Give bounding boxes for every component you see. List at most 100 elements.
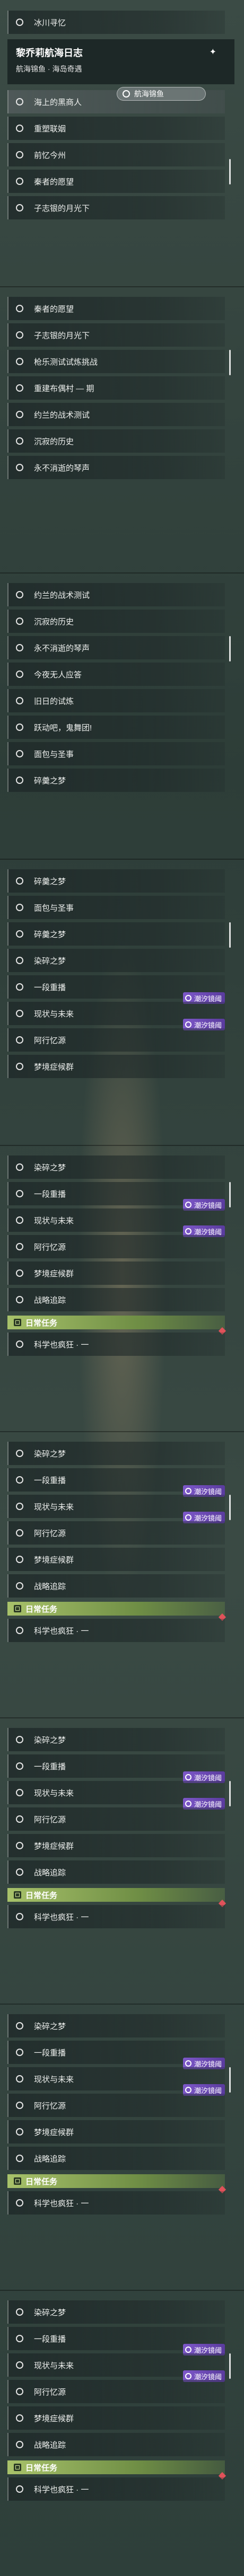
navigate-button[interactable]: 航海锦鱼 — [117, 87, 206, 101]
quest-row[interactable]: 梦境症候群 — [7, 1548, 225, 1571]
quest-label: 今夜无人应答 — [34, 670, 82, 680]
quest-row[interactable]: 旧日的试炼 — [7, 689, 225, 712]
quest-row[interactable]: 碎羹之梦 — [7, 922, 225, 946]
quest-row[interactable]: 染碎之梦 — [7, 949, 225, 972]
quest-ring-icon — [16, 204, 23, 211]
quest-ring-icon — [16, 125, 23, 132]
quest-panel: 秦者的愿望子志银的月光下枪乐测试试炼挑战 重建布偶村 — 期约兰的战术测试 沉寂的历… — [0, 286, 244, 572]
quest-row[interactable]: 战略追踪 — [7, 2433, 225, 2456]
quest-row[interactable]: 跃动吧，鬼舞团! — [7, 716, 225, 739]
quest-label: 子志银的月光下 — [34, 331, 90, 340]
quest-row[interactable]: 阿行忆源 — [7, 2094, 225, 2117]
quest-row[interactable]: 战略追踪 — [7, 1574, 225, 1598]
quest-row[interactable]: 碎羹之梦 — [7, 769, 225, 792]
quest-row[interactable]: 前忆今州 — [7, 143, 225, 166]
quest-label: 面包与圣事 — [34, 903, 74, 913]
panel-divider — [0, 2004, 244, 2005]
quest-row[interactable]: 染碎之梦 — [7, 1728, 225, 1751]
quest-label: 一段重播 — [34, 1476, 66, 1485]
quest-row[interactable]: 碎羹之梦 — [7, 869, 225, 893]
daily-quest-row[interactable]: 科学也疯狂 · 一 — [7, 1333, 225, 1356]
quest-ring-icon — [16, 2022, 23, 2030]
scrollbar-thumb[interactable] — [229, 2067, 231, 2093]
quest-ring-icon — [16, 671, 23, 678]
daily-quest-header: 日常任务 — [7, 1888, 225, 1902]
quest-row[interactable]: 重塑联姻 — [7, 117, 225, 140]
quest-ring-icon — [16, 1296, 23, 1303]
daily-quest-row[interactable]: 科学也疯狂 · 一 — [7, 1905, 225, 1928]
quest-ring-icon — [16, 2049, 23, 2056]
quest-row[interactable]: 秦者的愿望 — [7, 170, 225, 193]
quest-detail-popup[interactable]: 黎乔莉航海日志 航海锦鱼 · 海岛奇遇 ✦ — [7, 39, 234, 84]
quest-row[interactable]: 阿行忆源 — [7, 1521, 225, 1545]
quest-row[interactable]: 沉寂的历史 — [7, 610, 225, 633]
quest-row[interactable]: 子志银的月光下 — [7, 196, 225, 219]
quest-ring-icon — [16, 957, 23, 964]
scrollbar-thumb[interactable] — [229, 350, 231, 375]
scrollbar-thumb[interactable] — [229, 922, 231, 948]
quest-row[interactable]: 永不消逝的琴声 — [7, 636, 225, 659]
quest-row[interactable]: 永不消逝的琴声 — [7, 456, 225, 479]
quest-label: 染碎之梦 — [34, 956, 66, 966]
quest-label: 梦境症候群 — [34, 1555, 74, 1565]
quest-row[interactable]: 梦境症候群 — [7, 1261, 225, 1285]
quest-ring-icon — [16, 2155, 23, 2162]
quest-row[interactable]: 染碎之梦 — [7, 1155, 225, 1179]
quest-ring-icon — [16, 1736, 23, 1743]
quest-row[interactable]: 战略追踪 — [7, 1288, 225, 1311]
tide-icon — [185, 1021, 191, 1028]
daily-quest-row[interactable]: 科学也疯狂 · 一 — [7, 2477, 225, 2501]
quest-row[interactable]: 沉寂的历史 — [7, 429, 225, 453]
quest-row[interactable]: 梦境症候群 — [7, 1055, 225, 1078]
quest-row[interactable]: 约兰的战术测试 — [7, 403, 225, 426]
quest-label: 一段重播 — [34, 1189, 66, 1199]
quest-row[interactable]: 枪乐测试试炼挑战 — [7, 350, 225, 373]
quest-row[interactable]: 约兰的战术测试 — [7, 583, 225, 606]
quest-ring-icon — [16, 1842, 23, 1849]
quest-row[interactable]: 染碎之梦 — [7, 2300, 225, 2324]
quest-row[interactable]: 子志银的月光下 — [7, 323, 225, 347]
quest-row[interactable]: 重建布偶村 — 期 — [7, 376, 225, 400]
scrollbar-thumb[interactable] — [229, 2353, 231, 2379]
quest-row[interactable]: 染碎之梦 — [7, 2014, 225, 2037]
quest-row[interactable]: 阿行忆源 — [7, 1235, 225, 1258]
quest-ring-icon — [16, 2441, 23, 2448]
quest-ring-icon — [16, 1216, 23, 1224]
quest-ring-icon — [16, 904, 23, 911]
quest-ring-icon — [16, 2128, 23, 2136]
daily-quest-row[interactable]: 科学也疯狂 · 一 — [7, 1619, 225, 1642]
quest-row[interactable]: 梦境症候群 — [7, 2120, 225, 2143]
scrollbar-thumb[interactable] — [229, 636, 231, 661]
daily-quest-row[interactable]: 科学也疯狂 · 一 — [7, 2191, 225, 2215]
quest-row[interactable]: 面包与圣事 — [7, 896, 225, 919]
quest-label: 现状与未来 — [34, 1502, 74, 1512]
quest-row[interactable]: 染碎之梦 — [7, 1442, 225, 1465]
quest-row[interactable]: 梦境症候群 — [7, 1834, 225, 1857]
quest-label: 科学也疯狂 · 一 — [34, 2485, 89, 2494]
quest-row[interactable]: 阿行忆源 — [7, 2380, 225, 2403]
quest-label: 科学也疯狂 · 一 — [34, 1912, 89, 1922]
quest-row[interactable]: 冰川寻忆 — [7, 11, 225, 34]
scrollbar-thumb[interactable] — [229, 1495, 231, 1520]
quest-row[interactable]: 今夜无人应答 — [7, 663, 225, 686]
tide-icon — [185, 2060, 191, 2067]
scrollbar-thumb[interactable] — [229, 159, 231, 184]
scrollbar-thumb[interactable] — [229, 1781, 231, 1806]
quest-ring-icon — [16, 384, 23, 392]
quest-row[interactable]: 战略追踪 — [7, 2147, 225, 2170]
quest-row[interactable]: 梦境症候群 — [7, 2406, 225, 2430]
quest-ring-icon — [16, 1556, 23, 1563]
quest-label: 染碎之梦 — [34, 2308, 66, 2317]
quest-row[interactable]: 阿行忆源 — [7, 1807, 225, 1831]
scrollbar-thumb[interactable] — [229, 1182, 231, 1207]
quest-row[interactable]: 战略追踪 — [7, 1860, 225, 1884]
quest-row[interactable]: 秦者的愿望 — [7, 297, 225, 320]
quest-ring-icon — [16, 2361, 23, 2369]
daily-quest-header: 日常任务 — [7, 1602, 225, 1616]
daily-quest-label: 日常任务 — [25, 2177, 58, 2186]
quest-panel: 染碎之梦 一段重播 潮汐镜阈 现状与未来 潮汐镜阈 阿行忆源 梦境症候群 战略追踪 日常任务 科学… — [0, 2290, 244, 2576]
tide-icon — [185, 1202, 191, 1208]
quest-label: 约兰的战术测试 — [34, 590, 90, 600]
quest-row[interactable]: 阿行忆源 — [7, 1028, 225, 1052]
quest-row[interactable]: 面包与圣事 — [7, 742, 225, 765]
